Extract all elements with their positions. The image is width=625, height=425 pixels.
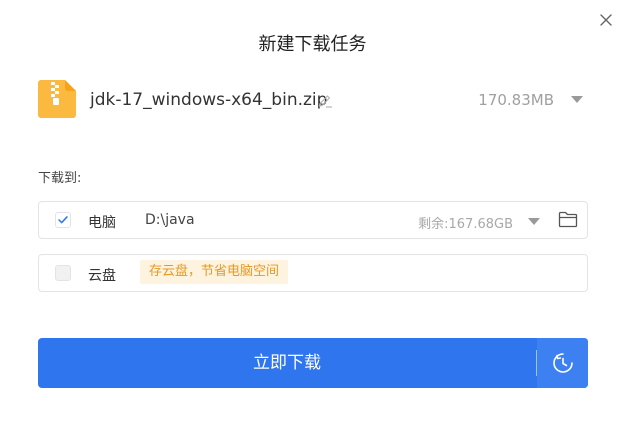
free-space-text: 剩余:167.68GB [418,217,513,232]
chevron-down-icon[interactable] [527,216,541,226]
file-name: jdk-17_windows-x64_bin.zip [90,90,328,110]
download-path[interactable]: D:\java [145,212,195,228]
save-to-label: 下载到: [38,171,82,186]
new-download-dialog: 新建下载任务 jdk-17_windows-x64_bin.zip 170.83… [0,0,625,425]
file-size: 170.83MB [478,91,554,109]
chevron-down-icon[interactable] [570,94,584,104]
download-now-button[interactable]: 立即下载 [38,338,536,388]
dialog-title: 新建下载任务 [258,34,367,55]
pc-label: 电脑 [88,215,116,231]
close-icon[interactable] [596,10,616,30]
checkmark-icon [58,216,68,224]
cloud-label: 云盘 [88,268,116,284]
download-action-bar: 立即下载 [38,338,588,388]
file-info-row: jdk-17_windows-x64_bin.zip 170.83MB [38,80,588,120]
zip-file-icon [38,80,76,118]
cloud-promo-badge: 存云盘，节省电脑空间 [140,260,289,284]
pc-checkbox[interactable] [55,212,71,228]
clock-icon [553,353,573,373]
cloud-checkbox[interactable] [55,265,71,281]
folder-icon[interactable] [558,211,578,228]
edit-filename-icon[interactable] [317,92,333,108]
cloud-target-row[interactable]: 云盘 存云盘，节省电脑空间 [38,254,588,292]
schedule-download-button[interactable] [537,338,588,388]
pc-target-row[interactable]: 电脑 D:\java 剩余:167.68GB [38,201,588,239]
